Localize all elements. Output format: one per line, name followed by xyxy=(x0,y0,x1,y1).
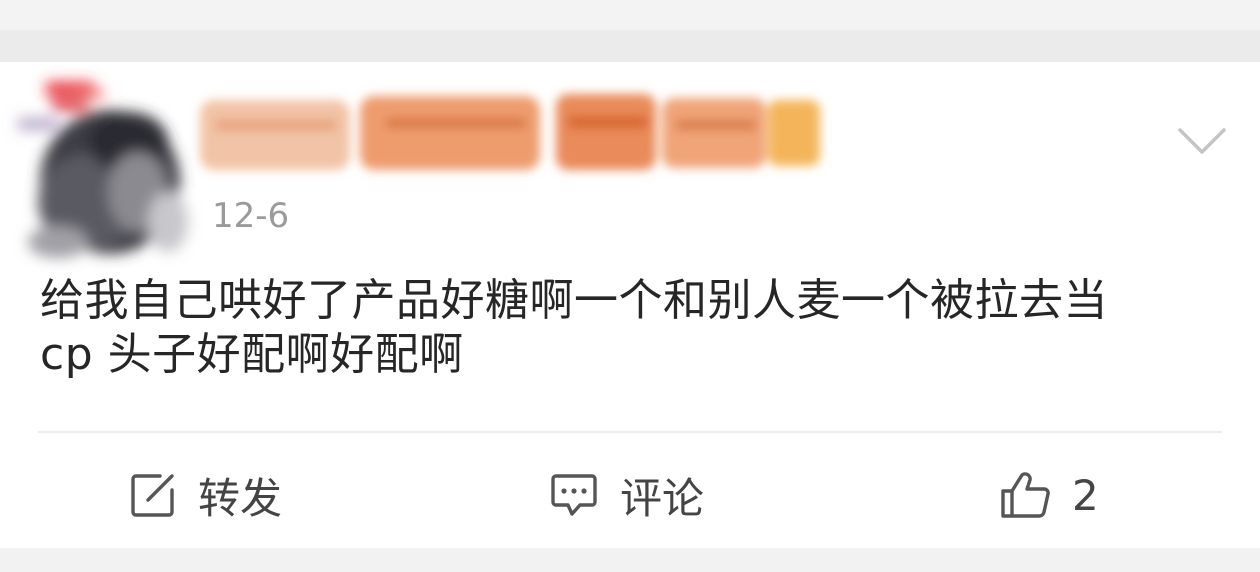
repost-label: 转发 xyxy=(198,473,283,523)
post-text-line-2: cp 头子好配啊好配啊 xyxy=(40,329,464,380)
comment-label: 评论 xyxy=(620,473,705,523)
bottom-spacer xyxy=(0,548,1260,572)
post-timestamp: 12-6 xyxy=(212,196,290,236)
edit-square-icon xyxy=(131,474,174,517)
post-card: 12-6 给我自己哄好了产品好糖啊一个和别人麦一个被拉去当 cp 头子好配啊好配… xyxy=(0,62,1260,548)
divider xyxy=(38,431,1222,433)
post-body: 给我自己哄好了产品好糖啊一个和别人麦一个被拉去当 cp 头子好配啊好配啊 xyxy=(40,274,1225,382)
avatar[interactable] xyxy=(18,72,190,262)
like-button[interactable]: 2 xyxy=(1000,462,1099,528)
like-count: 2 xyxy=(1072,470,1099,520)
card-separator xyxy=(0,30,1260,62)
repost-button[interactable]: 转发 xyxy=(130,462,282,528)
top-spacer xyxy=(0,0,1260,30)
thumbs-up-icon xyxy=(1001,472,1050,518)
post-text-line-1: 给我自己哄好了产品好糖啊一个和别人麦一个被拉去当 xyxy=(40,275,1108,326)
comment-button[interactable]: 评论 xyxy=(550,462,704,528)
username-blurred[interactable] xyxy=(196,90,832,190)
chevron-down-icon[interactable] xyxy=(1176,124,1228,160)
comment-bubble-icon xyxy=(551,474,597,516)
